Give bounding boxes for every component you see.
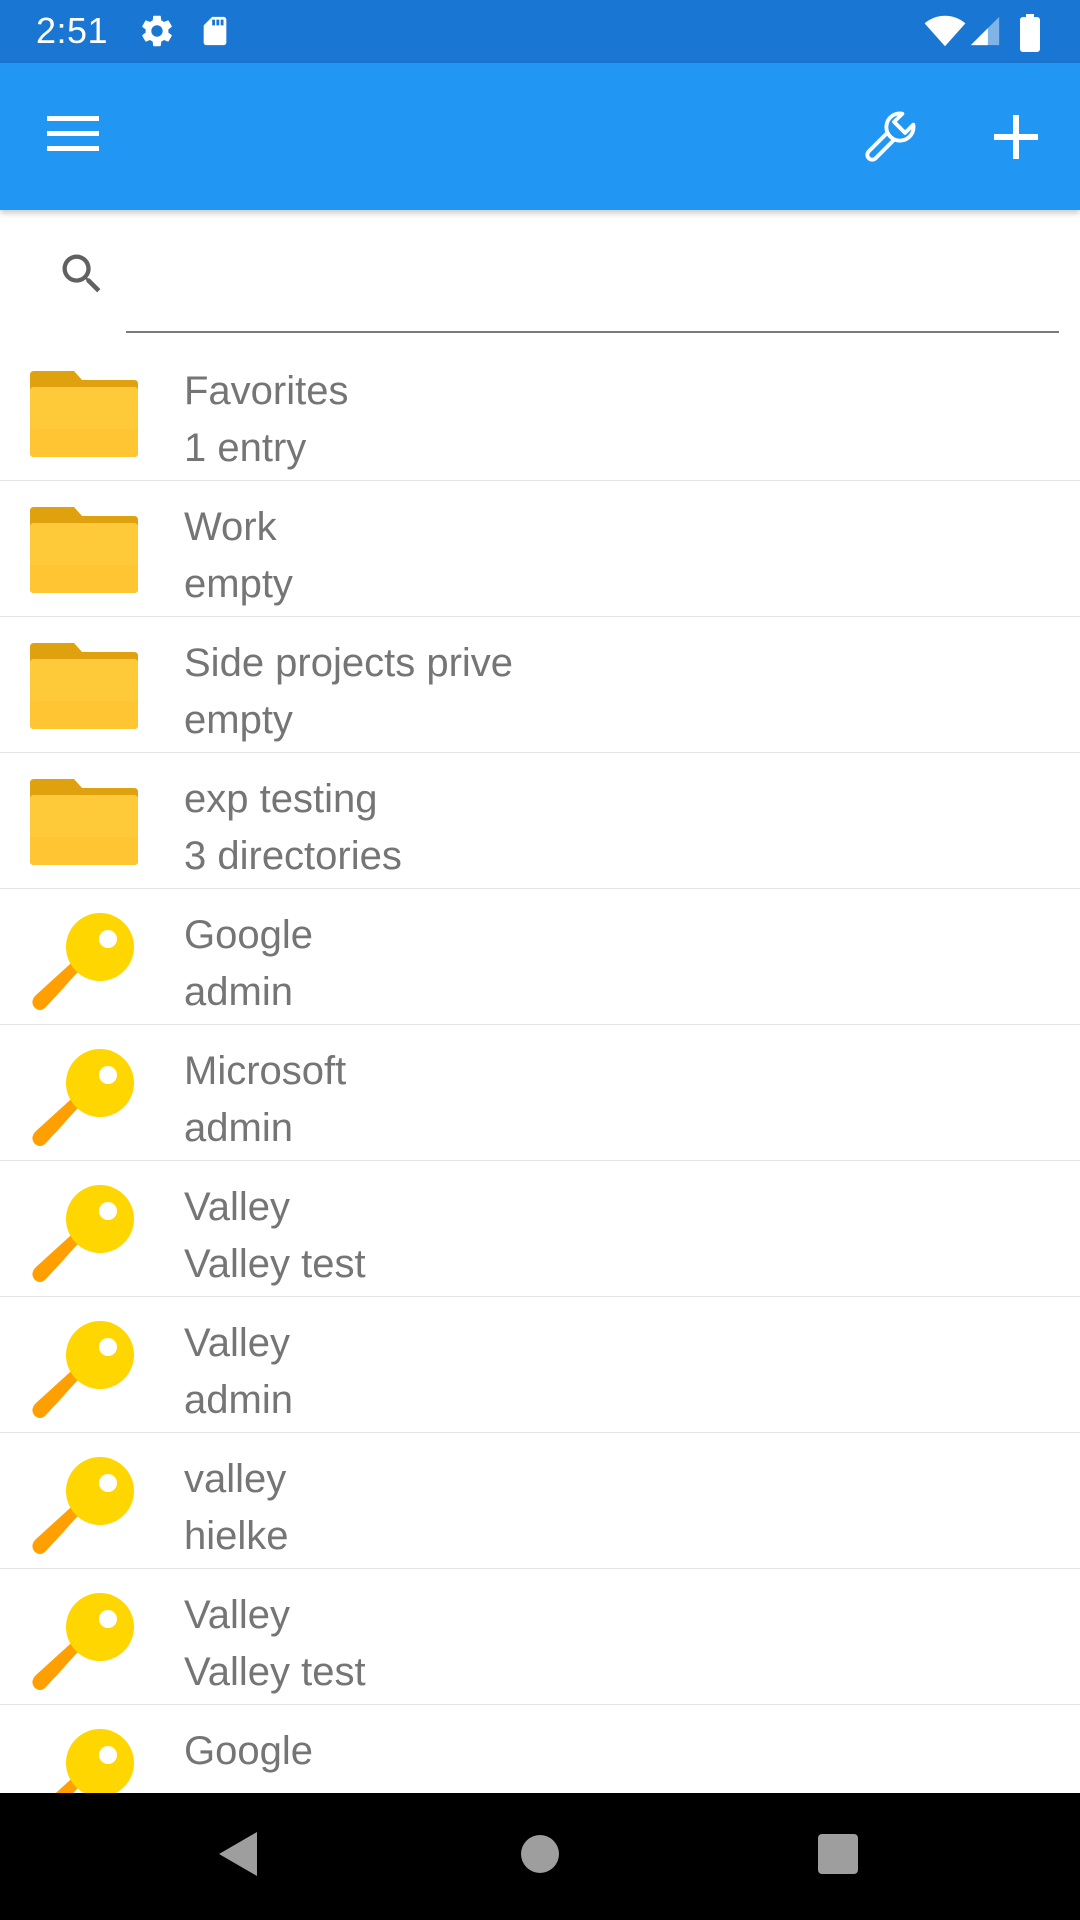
entry-subtitle: 1 entry bbox=[184, 426, 307, 470]
recents-icon bbox=[817, 1833, 859, 1880]
key-icon bbox=[28, 1049, 140, 1149]
recents-button[interactable] bbox=[778, 1793, 898, 1920]
entry-row[interactable]: Microsoft admin bbox=[0, 1025, 1080, 1161]
menu-icon bbox=[47, 114, 99, 159]
folder-row[interactable]: exp testing 3 directories bbox=[0, 753, 1080, 889]
entry-row[interactable]: Valley Valley test bbox=[0, 1569, 1080, 1705]
entry-row[interactable]: Google admin bbox=[0, 889, 1080, 1025]
entry-title: Valley bbox=[184, 1321, 290, 1365]
folder-row[interactable]: Favorites 1 entry bbox=[0, 345, 1080, 481]
entry-row[interactable]: Google bbox=[0, 1705, 1080, 1793]
plus-icon bbox=[992, 113, 1040, 166]
entry-subtitle: empty bbox=[184, 562, 293, 606]
status-time: 2:51 bbox=[36, 10, 109, 51]
entry-list: Favorites 1 entry Work empty Side projects p… bbox=[0, 345, 1080, 1793]
app-bar bbox=[0, 63, 1080, 210]
folder-icon bbox=[28, 641, 140, 741]
key-icon bbox=[28, 1321, 140, 1421]
entry-title: Work bbox=[184, 505, 277, 549]
battery-icon bbox=[1018, 12, 1042, 57]
search-icon bbox=[56, 248, 108, 305]
entry-subtitle: admin bbox=[184, 970, 293, 1014]
home-button[interactable] bbox=[480, 1793, 600, 1920]
home-icon bbox=[520, 1834, 560, 1879]
entry-subtitle: Valley test bbox=[184, 1242, 366, 1286]
status-bar: 2:51 bbox=[0, 0, 1080, 63]
folder-row[interactable]: Side projects prive empty bbox=[0, 617, 1080, 753]
wrench-icon bbox=[859, 106, 921, 173]
entry-title: Side projects prive bbox=[184, 641, 514, 685]
gear-icon bbox=[138, 12, 176, 55]
entry-subtitle: admin bbox=[184, 1378, 293, 1422]
wifi-icon bbox=[924, 14, 966, 53]
entry-title: Google bbox=[184, 1729, 313, 1773]
entry-subtitle: Valley test bbox=[184, 1650, 366, 1694]
search-bar bbox=[0, 210, 1080, 335]
entry-title: exp testing bbox=[184, 777, 378, 821]
entry-title: Favorites bbox=[184, 369, 349, 413]
search-underline bbox=[126, 331, 1059, 333]
folder-icon bbox=[28, 505, 140, 605]
key-icon bbox=[28, 1185, 140, 1285]
entry-title: Valley bbox=[184, 1593, 290, 1637]
key-icon bbox=[28, 1457, 140, 1557]
key-icon bbox=[28, 1593, 140, 1693]
back-icon bbox=[217, 1830, 259, 1883]
entry-row[interactable]: Valley Valley test bbox=[0, 1161, 1080, 1297]
menu-button[interactable] bbox=[36, 99, 110, 173]
sd-card-icon bbox=[198, 12, 232, 55]
entry-subtitle: admin bbox=[184, 1106, 293, 1150]
entry-title: Google bbox=[184, 913, 313, 957]
key-icon bbox=[28, 913, 140, 1013]
folder-icon bbox=[28, 369, 140, 469]
entry-subtitle: empty bbox=[184, 698, 293, 742]
folder-row[interactable]: Work empty bbox=[0, 481, 1080, 617]
entry-subtitle: 3 directories bbox=[184, 834, 402, 878]
add-button[interactable] bbox=[976, 99, 1056, 179]
tools-button[interactable] bbox=[850, 99, 930, 179]
entry-row[interactable]: valley hielke bbox=[0, 1433, 1080, 1569]
entry-title: valley bbox=[184, 1457, 287, 1501]
entry-title: Valley bbox=[184, 1185, 290, 1229]
entry-title: Microsoft bbox=[184, 1049, 347, 1093]
back-button[interactable] bbox=[178, 1793, 298, 1920]
navigation-bar bbox=[0, 1793, 1080, 1920]
key-icon bbox=[28, 1729, 140, 1793]
search-input[interactable] bbox=[126, 240, 1059, 300]
folder-icon bbox=[28, 777, 140, 877]
entry-row[interactable]: Valley admin bbox=[0, 1297, 1080, 1433]
entry-subtitle: hielke bbox=[184, 1514, 289, 1558]
signal-icon bbox=[968, 14, 1002, 53]
